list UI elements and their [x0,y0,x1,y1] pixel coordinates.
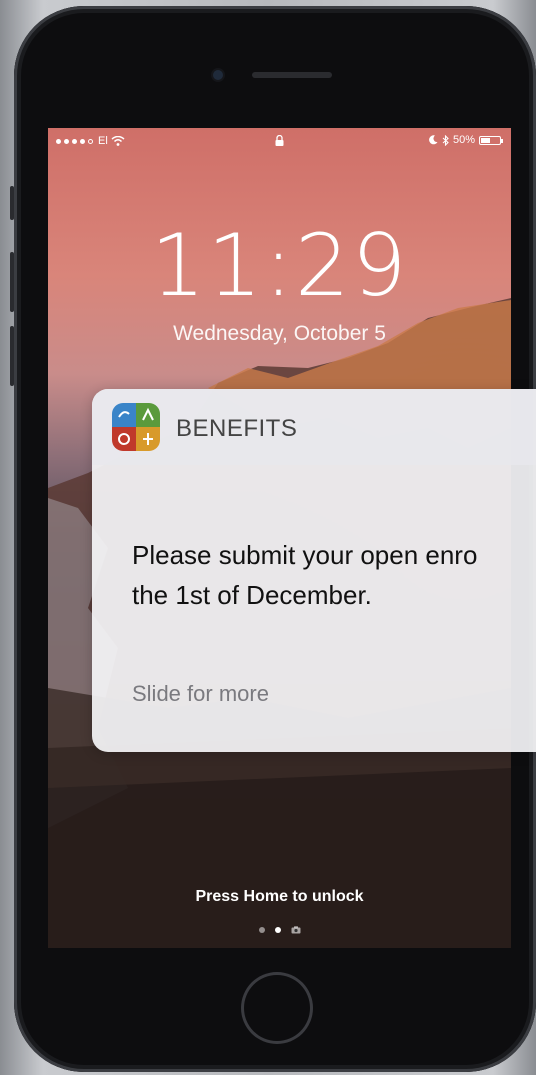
volume-up-button[interactable] [10,252,14,312]
signal-dot [64,138,69,144]
status-bar: El 50% [48,128,511,154]
signal-dot [72,138,77,144]
page-dot-active [274,927,281,933]
notification-header: BENEFITS [92,389,536,465]
volume-down-button[interactable] [10,326,14,386]
camera-icon[interactable] [291,926,301,934]
battery-icon [479,135,503,145]
unlock-hint: Press Home to unlock [195,888,364,905]
front-camera [213,70,223,80]
notification-message: Please submit your open enro the 1st of … [132,535,477,615]
signal-dot [88,138,93,144]
battery-fill [481,137,490,143]
home-button[interactable] [241,972,313,1044]
notification-app-name: BENEFITS [176,415,298,442]
moon-icon [429,135,438,145]
signal-dot [80,138,85,144]
page-indicator[interactable] [48,926,511,934]
lock-screen-date: Wednesday, October 5 [173,322,386,345]
notification-slide-hint: Slide for more [132,681,269,706]
lock-screen-time: 11:29 [150,216,409,316]
status-right: 50% [429,134,503,146]
lock-icon [275,135,284,146]
notification-message-line: the 1st of December. [132,580,372,610]
notification-card[interactable]: BENEFITS Please submit your open enro th… [92,389,536,752]
battery-percentage: 50% [452,134,475,146]
bluetooth-icon [442,134,449,146]
wifi-icon [111,136,125,146]
mute-switch [10,186,14,220]
benefits-app-icon [112,403,160,451]
page-dot [258,927,265,933]
earpiece-speaker [252,72,332,78]
signal-dot [56,138,61,144]
signal-area: El [56,135,125,147]
notification-message-line: Please submit your open enro [132,540,478,570]
carrier-name: El [98,135,108,147]
